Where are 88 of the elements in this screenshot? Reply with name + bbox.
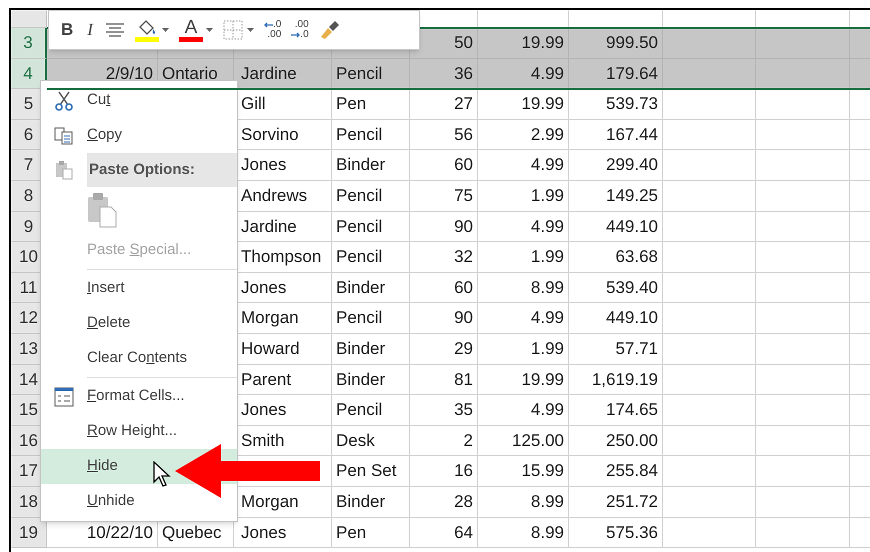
table-cell: Pencil (332, 120, 410, 150)
table-cell: Pencil (332, 212, 410, 242)
table-cell: 15.99 (478, 456, 569, 487)
table-cell: Binder (332, 150, 410, 181)
table-cell: 90 (410, 303, 478, 334)
table-cell: Binder (332, 272, 410, 304)
table-cell: 2.99 (478, 120, 569, 150)
arrow-icon (264, 22, 273, 28)
table-cell: 299.40 (569, 150, 663, 181)
table-cell: Binder (332, 364, 410, 396)
table-cell: 27 (410, 89, 478, 120)
table-cell: 575.36 (569, 518, 663, 548)
table-cell: 81 (410, 364, 478, 396)
table-cell: 19.99 (478, 364, 569, 396)
table-cell: 4.99 (478, 58, 569, 90)
decrease-decimal-button[interactable]: .00 .0 (291, 20, 309, 40)
copy-icon (54, 126, 74, 144)
table-cell: Pen (332, 89, 410, 120)
table-cell: 32 (410, 242, 478, 273)
table-cell: 28 (410, 486, 478, 518)
table-cell: 179.64 (569, 58, 663, 90)
table-cell: 8.99 (478, 272, 569, 304)
table-cell: 29 (410, 334, 478, 365)
table-cell: 125.00 (478, 426, 569, 456)
row-header[interactable]: 3 (11, 28, 47, 59)
table-cell: 539.40 (569, 272, 663, 304)
table-cell: Jardine (234, 58, 332, 90)
menu-heading: Paste Options: (87, 153, 237, 187)
table-cell: 149.25 (569, 180, 663, 212)
borders-icon[interactable] (222, 20, 243, 40)
table-cell: 999.50 (569, 28, 663, 59)
table-cell: Pencil (332, 180, 410, 212)
table-cell: Pencil (332, 303, 410, 334)
table-cell: 167.44 (569, 120, 663, 150)
table-cell: 64 (410, 518, 478, 548)
table-cell: Binder (332, 486, 410, 518)
table-cell: 8.99 (478, 518, 569, 548)
increase-decimal-button[interactable]: .0 .00 (264, 20, 282, 40)
table-cell: 16 (410, 456, 478, 487)
mouse-cursor-icon (153, 461, 171, 488)
table-cell: 19.99 (478, 28, 569, 59)
table-cell: 4.99 (478, 303, 569, 334)
row-header[interactable]: 19 (11, 518, 47, 548)
table-cell: Jones (234, 518, 332, 548)
table-cell: Binder (332, 334, 410, 365)
table-cell: 60 (410, 150, 478, 181)
table-cell: 449.10 (569, 212, 663, 242)
table-cell: 250.00 (569, 426, 663, 456)
table-cell: Pencil (332, 395, 410, 426)
table-cell: 1.99 (478, 180, 569, 212)
table-cell: 36 (410, 58, 478, 90)
format-cells-icon (54, 386, 74, 406)
table-cell: 35 (410, 395, 478, 426)
scissors-icon (54, 90, 74, 110)
table-cell: 1.99 (478, 334, 569, 365)
table-cell: 90 (410, 212, 478, 242)
table-cell: 174.65 (569, 395, 663, 426)
font-color-button[interactable]: A (178, 18, 203, 42)
table-cell: 251.72 (569, 486, 663, 518)
table-cell: 63.68 (569, 242, 663, 273)
table-cell: 449.10 (569, 303, 663, 334)
table-cell: Desk (332, 426, 410, 456)
italic-button[interactable]: I (85, 17, 95, 43)
clipboard-icon (55, 160, 73, 180)
table-cell: 4.99 (478, 395, 569, 426)
table-cell: 60 (410, 272, 478, 304)
table-cell: Pen (332, 518, 410, 548)
table-cell: 8.99 (478, 486, 569, 518)
table-cell: 1,619.19 (569, 364, 663, 396)
arrow-icon (291, 32, 300, 38)
fill-color-icon[interactable] (134, 18, 159, 42)
table-cell: 19.99 (478, 89, 569, 120)
table-cell: 56 (410, 120, 478, 150)
table-cell: Pen Set (332, 456, 410, 487)
table-cell: 4.99 (478, 150, 569, 181)
row-header[interactable]: 4 (11, 58, 47, 90)
paintbrush-icon[interactable] (318, 19, 341, 41)
table-cell: 2 (410, 426, 478, 456)
table-cell: 255.84 (569, 456, 663, 487)
table-cell: Pencil (332, 242, 410, 273)
table-cell: Pencil (332, 58, 410, 90)
table-cell: 75 (410, 180, 478, 212)
table-cell: 57.71 (569, 334, 663, 365)
table-cell: 539.73 (569, 89, 663, 120)
align-center-icon[interactable] (104, 22, 125, 38)
table-cell: 1.99 (478, 242, 569, 273)
table-cell: 4.99 (478, 212, 569, 242)
bold-button[interactable]: B (59, 17, 76, 43)
